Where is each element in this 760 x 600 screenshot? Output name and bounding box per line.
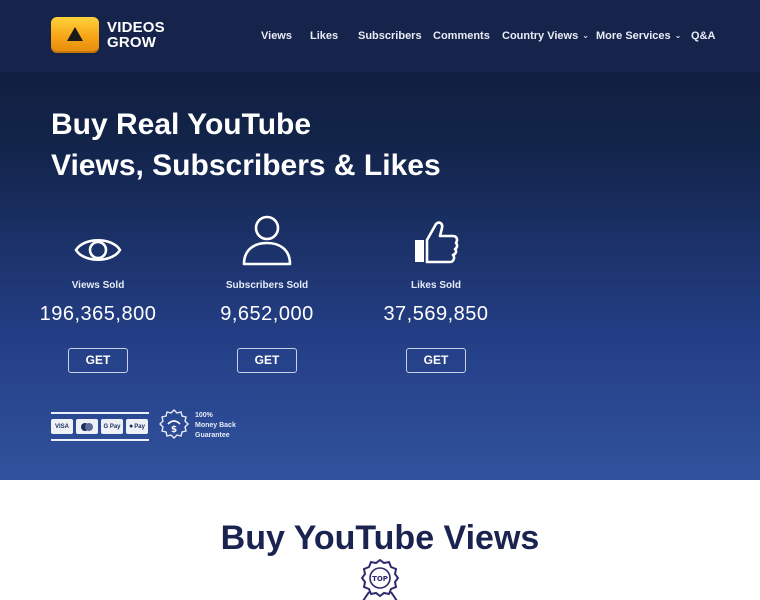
apple-pay-label: Pay bbox=[134, 423, 145, 430]
stat-label: Subscribers Sold bbox=[225, 280, 309, 291]
visa-card-icon: VISA bbox=[51, 419, 73, 434]
chevron-down-icon: ⌄ bbox=[674, 31, 682, 40]
top-navbar: VIDEOS GROW Views Likes Subscribers Comm… bbox=[0, 0, 760, 72]
nav-country-views[interactable]: Country Views ⌄ bbox=[502, 29, 589, 43]
nav-subscribers[interactable]: Subscribers bbox=[358, 29, 422, 43]
nav-likes[interactable]: Likes bbox=[310, 29, 338, 43]
money-back-guarantee: $ 100% Money Back Guarantee bbox=[157, 409, 236, 443]
guarantee-line2: Money Back bbox=[195, 422, 236, 429]
apple-pay-icon: ● Pay bbox=[126, 419, 148, 434]
stat-count: 37,569,850 bbox=[383, 303, 489, 325]
guarantee-text: 100% Money Back Guarantee bbox=[195, 411, 236, 441]
badge-label: TOP bbox=[372, 575, 388, 583]
get-views-button[interactable]: GET bbox=[68, 348, 128, 373]
nav-comments[interactable]: Comments bbox=[433, 29, 490, 43]
shield-dollar-icon: $ bbox=[159, 409, 189, 439]
stat-count: 9,652,000 bbox=[220, 303, 314, 325]
stat-count: 196,365,800 bbox=[39, 303, 157, 325]
stat-likes: Likes Sold 37,569,850 GET bbox=[356, 214, 516, 373]
stat-subscribers: Subscribers Sold 9,652,000 GET bbox=[187, 214, 347, 373]
eye-icon bbox=[18, 214, 178, 266]
nav-label: More Services bbox=[596, 30, 671, 42]
google-pay-icon: G Pay bbox=[101, 419, 123, 434]
user-icon bbox=[187, 214, 347, 266]
nav-more-services[interactable]: More Services ⌄ bbox=[596, 29, 681, 43]
payment-methods: VISA G Pay ● Pay bbox=[51, 412, 149, 441]
nav-label: Views bbox=[261, 30, 292, 42]
main-nav: Views Likes Subscribers Comments Country… bbox=[0, 29, 760, 45]
get-likes-button[interactable]: GET bbox=[406, 348, 466, 373]
hero-title: Buy Real YouTube Views, Subscribers & Li… bbox=[51, 104, 441, 186]
stat-views: Views Sold 196,365,800 GET bbox=[18, 214, 178, 373]
nav-label: Country Views bbox=[502, 30, 579, 42]
hero-title-line1: Buy Real YouTube bbox=[51, 108, 312, 141]
nav-label: Subscribers bbox=[358, 30, 422, 42]
stat-label: Likes Sold bbox=[410, 280, 461, 291]
nav-label: Comments bbox=[433, 30, 490, 42]
nav-label: Q&A bbox=[691, 30, 716, 42]
thumbs-up-icon bbox=[356, 214, 516, 266]
get-subscribers-button[interactable]: GET bbox=[237, 348, 297, 373]
section-title: Buy YouTube Views bbox=[220, 519, 540, 557]
nav-label: Likes bbox=[310, 30, 339, 42]
guarantee-line3: Guarantee bbox=[195, 432, 230, 439]
top-badge-icon: TOP bbox=[355, 558, 405, 600]
svg-text:$: $ bbox=[171, 425, 177, 435]
guarantee-line1: 100% bbox=[195, 412, 213, 419]
hero-section: VIDEOS GROW Views Likes Subscribers Comm… bbox=[0, 0, 760, 480]
nav-views[interactable]: Views bbox=[261, 29, 292, 43]
nav-qa[interactable]: Q&A bbox=[691, 29, 715, 43]
chevron-down-icon: ⌄ bbox=[582, 31, 589, 40]
stat-label: Views Sold bbox=[71, 280, 125, 291]
hero-title-line2: Views, Subscribers & Likes bbox=[51, 149, 441, 182]
mastercard-icon bbox=[76, 419, 98, 434]
